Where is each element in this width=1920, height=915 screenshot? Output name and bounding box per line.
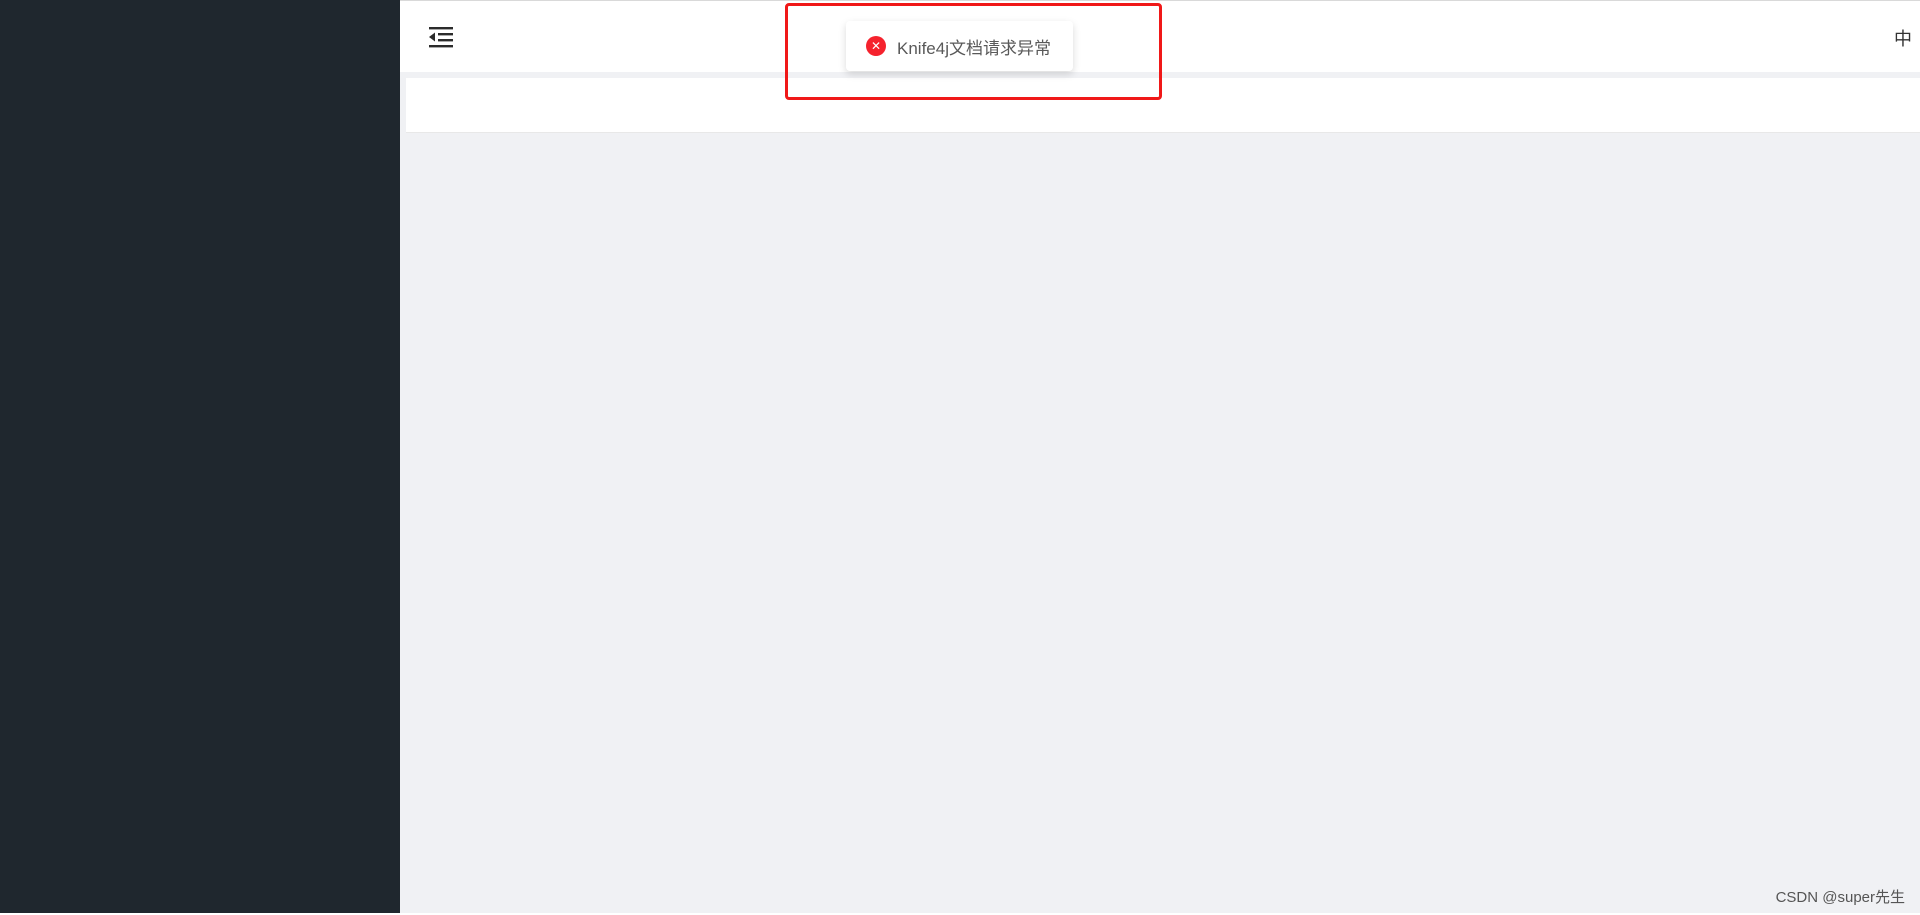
sidebar	[0, 0, 400, 913]
language-switch[interactable]: 中	[1894, 25, 1912, 51]
message-text: Knife4j文档请求异常	[897, 38, 1051, 58]
tabs-bar	[406, 78, 1920, 133]
close-circle-icon: ✕	[866, 36, 886, 56]
menu-fold-icon[interactable]	[428, 25, 454, 49]
error-message: ✕ Knife4j文档请求异常	[846, 21, 1073, 71]
app-window: 中 ✕ Knife4j文档请求异常 CSDN @super先生	[0, 0, 1920, 915]
watermark: CSDN @super先生	[1775, 889, 1905, 906]
main-area: 中	[400, 0, 1920, 913]
